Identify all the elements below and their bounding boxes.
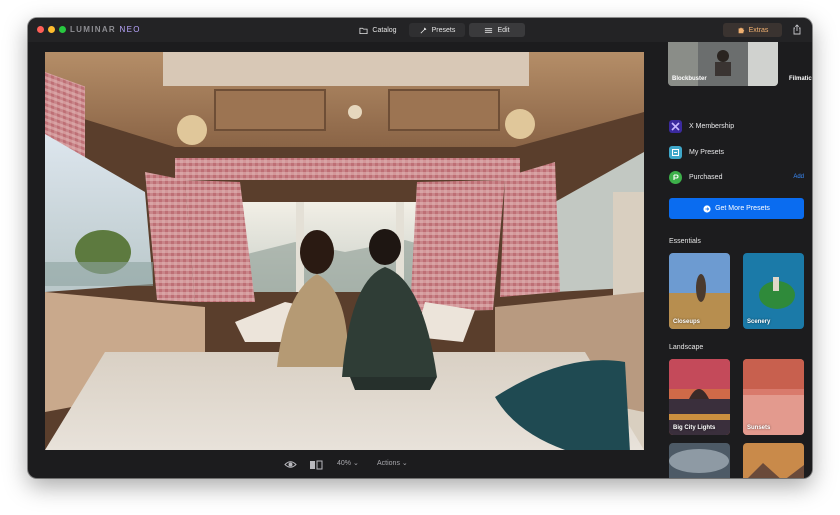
preset-card-label: Scenery [747, 319, 771, 325]
minimize-window-button[interactable] [48, 26, 55, 33]
get-more-presets-label: Get More Presets [715, 205, 770, 212]
photo-canvas[interactable] [45, 52, 644, 450]
membership-icon [669, 119, 682, 133]
menu-item-label: My Presets [689, 148, 725, 156]
menu-item-my-presets[interactable]: My Presets [669, 145, 804, 159]
sunsets-thumbnail [743, 359, 804, 435]
big-city-lights-thumbnail [669, 359, 730, 435]
tab-edit[interactable]: Edit [469, 23, 525, 37]
my-presets-icon [669, 145, 682, 159]
storm-thumbnail [669, 443, 730, 478]
preset-card-label: Closeups [673, 319, 701, 325]
tab-edit-label: Edit [497, 26, 510, 34]
preset-card-label: Big City Lights [673, 425, 716, 431]
chevron-down-icon: ⌄ [401, 460, 408, 467]
app-window: LUMINAR NEO Catalog Presets Edit Extras [28, 18, 812, 478]
preset-card-big-city-lights[interactable]: Big City Lights [669, 359, 730, 435]
preset-card-closeups[interactable]: Closeups [669, 253, 730, 329]
zoom-window-button[interactable] [59, 26, 66, 33]
menu-item-membership[interactable]: X Membership [669, 119, 804, 133]
mountains-thumbnail [743, 443, 804, 478]
add-purchase-link[interactable]: Add [793, 174, 804, 180]
compare-icon[interactable] [309, 460, 323, 470]
chevron-down-icon: ⌄ [352, 460, 359, 467]
arrow-circle-icon [703, 204, 711, 213]
share-icon[interactable] [792, 24, 802, 35]
camper-photo [45, 52, 644, 450]
preset-card-storm[interactable] [669, 443, 730, 478]
preset-card-sunsets[interactable]: Sunsets [743, 359, 804, 435]
eye-icon[interactable] [284, 459, 297, 470]
closeups-thumbnail [669, 253, 730, 329]
preset-card-label: Filmatic [789, 76, 812, 82]
folder-icon [359, 27, 368, 34]
bottom-toolbar: 40% ⌄ Actions ⌄ [28, 454, 668, 478]
menu-item-label: Purchased [689, 173, 723, 181]
title-bar: LUMINAR NEO Catalog Presets Edit Extras [28, 18, 812, 42]
presets-sidebar: Blockbuster Filmatic X Membership My Pre… [668, 42, 812, 478]
scenery-thumbnail [743, 253, 804, 329]
preset-card-filmatic[interactable]: Filmatic [785, 42, 812, 86]
preset-card-scenery[interactable]: Scenery [743, 253, 804, 329]
app-logo: LUMINAR NEO [70, 25, 141, 34]
get-more-presets-button[interactable]: Get More Presets [669, 198, 804, 219]
section-title-essentials: Essentials [669, 238, 701, 245]
menu-item-purchased[interactable]: Purchased Add [669, 170, 804, 184]
section-title-landscape: Landscape [669, 344, 704, 351]
preset-card-label: Blockbuster [672, 76, 707, 82]
zoom-value: 40% [337, 460, 352, 467]
menu-item-label: X Membership [689, 122, 735, 130]
puzzle-icon [738, 27, 744, 34]
actions-dropdown[interactable]: Actions ⌄ [377, 458, 408, 470]
close-window-button[interactable] [37, 26, 44, 33]
tab-catalog-label: Catalog [372, 26, 397, 34]
preset-card-blockbuster[interactable]: Blockbuster [668, 42, 778, 86]
extras-button[interactable]: Extras [723, 23, 782, 37]
purchased-icon [669, 170, 682, 184]
preset-card-label: Sunsets [747, 425, 771, 431]
tab-presets-label: Presets [431, 26, 456, 34]
tab-catalog[interactable]: Catalog [354, 23, 402, 37]
extras-label: Extras [748, 26, 769, 34]
tab-presets[interactable]: Presets [409, 23, 465, 37]
preset-card-mountains[interactable] [743, 443, 804, 478]
zoom-dropdown[interactable]: 40% ⌄ [337, 458, 359, 470]
sparkle-icon [420, 27, 426, 33]
actions-label: Actions [377, 460, 400, 467]
sliders-icon [485, 27, 493, 33]
